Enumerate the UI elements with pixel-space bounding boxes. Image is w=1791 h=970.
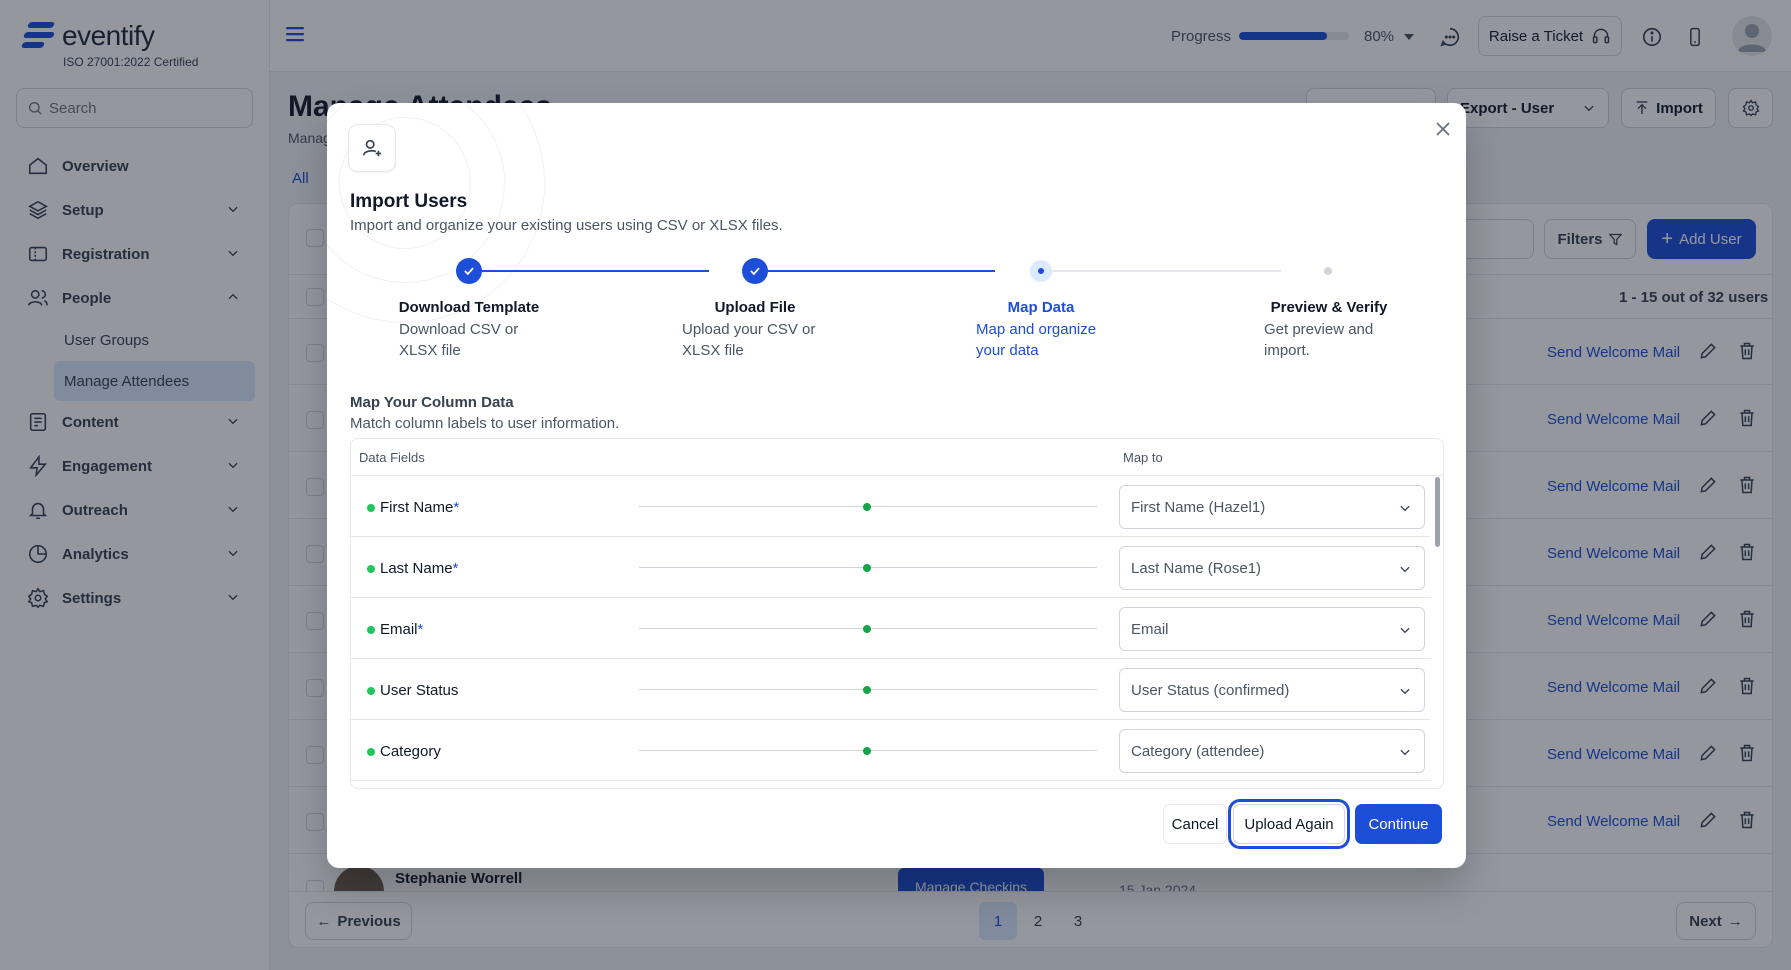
import-users-modal: Import Users Import and organize your ex…: [327, 103, 1466, 868]
modal-subtitle: Import and organize your existing users …: [350, 217, 783, 234]
step-1-title: Download Template: [398, 299, 540, 316]
mapping-row: Email* Email: [351, 598, 1431, 659]
map-to-value: User Status (confirmed): [1131, 681, 1290, 699]
required-mark: *: [453, 499, 460, 516]
step-1-check-icon: [456, 258, 482, 284]
mapping-connector-dot: [863, 747, 871, 755]
step-4-pending-indicator: [1324, 267, 1332, 275]
mapping-table-header: Data Fields Map to: [351, 439, 1443, 476]
mapping-table: Data Fields Map to First Name* First Name…: [350, 438, 1444, 789]
step-connector: [755, 270, 995, 272]
mapping-row: User Status User Status (confirmed): [351, 659, 1431, 720]
mapping-scrollbar-thumb[interactable]: [1435, 477, 1440, 547]
field-name: Email: [380, 621, 418, 638]
map-to-value: Last Name (Rose1): [1131, 559, 1262, 577]
upload-again-button[interactable]: Upload Again: [1228, 799, 1350, 849]
chevron-down-icon: [1400, 505, 1410, 512]
chevron-down-icon: [1400, 749, 1410, 756]
step-connector: [1041, 270, 1281, 272]
mapped-status-dot: [367, 565, 375, 573]
mapping-connector-dot: [863, 625, 871, 633]
step-2-desc: Upload your CSV or XLSX file: [682, 321, 816, 359]
step-2-check-icon: [742, 258, 768, 284]
field-label: Category: [380, 743, 441, 760]
close-icon: [1436, 122, 1450, 136]
map-to-value: First Name (Hazel1): [1131, 498, 1266, 516]
map-to-select[interactable]: User Status (confirmed): [1119, 668, 1425, 712]
mapping-connector-dot: [863, 686, 871, 694]
mapping-row: Category Category (attendee): [351, 720, 1431, 781]
mapping-row: First Name* First Name (Hazel1): [351, 476, 1431, 537]
chevron-down-icon: [1400, 566, 1410, 573]
mapped-status-dot: [367, 687, 375, 695]
column-header-map-to: Map to: [1123, 450, 1163, 465]
map-to-select[interactable]: Email: [1119, 607, 1425, 651]
step-2-title: Upload File: [714, 299, 796, 316]
map-to-select[interactable]: Category (attendee): [1119, 729, 1425, 773]
step-1-desc: Download CSV or XLSX file: [399, 321, 519, 359]
mapped-status-dot: [367, 748, 375, 756]
user-plus-icon: [348, 124, 396, 172]
field-name: Category: [380, 743, 441, 760]
step-4-desc: Get preview and import.: [1264, 321, 1374, 359]
chevron-down-icon: [1400, 688, 1410, 695]
close-modal-button[interactable]: [1430, 116, 1456, 142]
modal-title: Import Users: [350, 191, 468, 212]
map-section-title: Map Your Column Data: [350, 394, 514, 411]
field-label: Email*: [380, 621, 423, 638]
mapping-row: Last Name* Last Name (Rose1): [351, 537, 1431, 598]
step-4-title: Preview & Verify: [1270, 299, 1388, 316]
map-to-select[interactable]: Last Name (Rose1): [1119, 546, 1425, 590]
map-to-select[interactable]: First Name (Hazel1): [1119, 485, 1425, 529]
column-header-data-fields: Data Fields: [359, 450, 425, 465]
field-label: User Status: [380, 682, 458, 699]
mapped-status-dot: [367, 504, 375, 512]
step-connector: [469, 270, 709, 272]
map-to-value: Category (attendee): [1131, 742, 1265, 760]
step-3-current-indicator: [1030, 260, 1052, 282]
chevron-down-icon: [1400, 627, 1410, 634]
field-name: User Status: [380, 682, 459, 699]
continue-button[interactable]: Continue: [1355, 804, 1442, 844]
mapped-status-dot: [367, 626, 375, 634]
step-3-title: Map Data: [1007, 299, 1075, 316]
field-name: First Name: [380, 499, 454, 516]
field-name: Last Name: [380, 560, 453, 577]
required-mark: *: [452, 560, 459, 577]
field-label: Last Name*: [380, 560, 458, 577]
cancel-button[interactable]: Cancel: [1163, 804, 1227, 844]
mapping-connector-dot: [863, 503, 871, 511]
map-section-subtitle: Match column labels to user information.: [350, 415, 620, 432]
map-to-value: Email: [1131, 620, 1169, 638]
mapping-connector-dot: [863, 564, 871, 572]
field-label: First Name*: [380, 499, 459, 516]
step-3-desc: Map and organize your data: [976, 321, 1097, 359]
required-mark: *: [417, 621, 424, 638]
